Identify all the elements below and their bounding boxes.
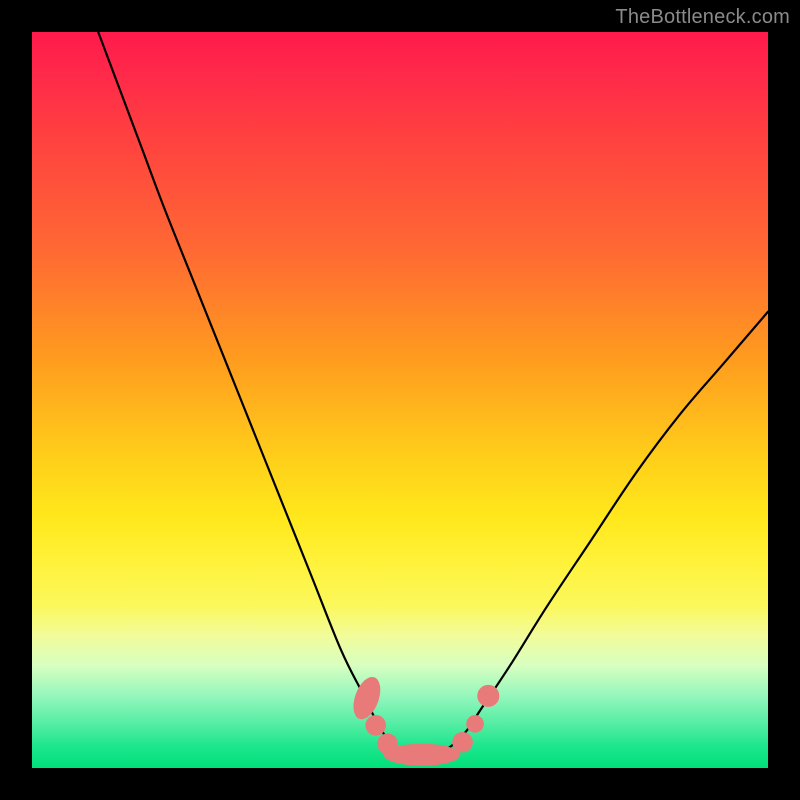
curve-marker — [384, 744, 461, 766]
bottleneck-curve — [98, 32, 768, 754]
chart-frame: TheBottleneck.com — [0, 0, 800, 800]
curve-marker — [466, 715, 484, 733]
curve-marker — [452, 732, 473, 753]
plot-area — [32, 32, 768, 768]
curve-marker — [365, 715, 386, 736]
watermark-text: TheBottleneck.com — [615, 6, 790, 29]
curve-group — [98, 32, 768, 754]
curve-svg — [32, 32, 768, 768]
marker-group — [348, 673, 499, 765]
curve-marker — [477, 685, 499, 707]
curve-marker — [348, 673, 385, 723]
